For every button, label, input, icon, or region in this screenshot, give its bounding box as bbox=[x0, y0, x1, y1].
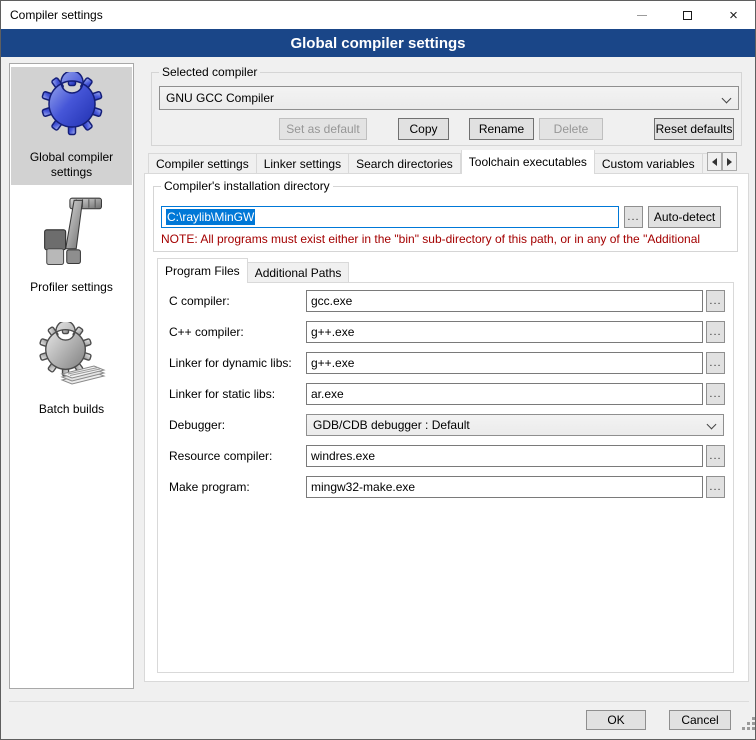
arrow-left-icon bbox=[712, 158, 717, 166]
field-label-make-program: Make program: bbox=[169, 476, 250, 498]
field-label-linker-static: Linker for static libs: bbox=[169, 383, 275, 405]
maximize-button[interactable] bbox=[665, 1, 710, 29]
resource-compiler-browse-button[interactable]: ... bbox=[706, 445, 725, 467]
linker-dynamic-input[interactable]: g++.exe bbox=[306, 352, 703, 374]
install-dir-note: NOTE: All programs must exist either in … bbox=[161, 232, 733, 246]
minimize-button[interactable] bbox=[619, 1, 664, 29]
c-compiler-input[interactable]: gcc.exe bbox=[306, 290, 703, 312]
tab-search-directories[interactable]: Search directories bbox=[349, 153, 461, 174]
linker-static-browse-button[interactable]: ... bbox=[706, 383, 725, 405]
selected-compiler-group-label: Selected compiler bbox=[159, 65, 260, 79]
resource-compiler-input[interactable]: windres.exe bbox=[306, 445, 703, 467]
subtab-program-files[interactable]: Program Files bbox=[157, 258, 248, 283]
cpp-compiler-input[interactable]: g++.exe bbox=[306, 321, 703, 343]
chevron-down-icon bbox=[707, 420, 717, 430]
set-as-default-button[interactable]: Set as default bbox=[279, 118, 367, 140]
linker-dynamic-browse-button[interactable]: ... bbox=[706, 352, 725, 374]
cpp-compiler-browse-button[interactable]: ... bbox=[706, 321, 725, 343]
tab-compiler-settings[interactable]: Compiler settings bbox=[148, 153, 257, 174]
auto-detect-button[interactable]: Auto-detect bbox=[648, 206, 721, 228]
footer-divider bbox=[9, 701, 749, 702]
sidebar-label-batch-builds[interactable]: Batch builds bbox=[13, 402, 130, 417]
debugger-select[interactable]: GDB/CDB debugger : Default bbox=[306, 414, 724, 436]
settings-tab-strip: Compiler settings Linker settings Search… bbox=[148, 150, 707, 174]
ok-button[interactable]: OK bbox=[586, 710, 646, 730]
page-title: Global compiler settings bbox=[1, 29, 755, 57]
tab-linker-settings[interactable]: Linker settings bbox=[257, 153, 349, 174]
reset-defaults-button[interactable]: Reset defaults bbox=[654, 118, 734, 140]
tab-scroll-right-button[interactable] bbox=[722, 152, 737, 171]
window-title: Compiler settings bbox=[10, 8, 103, 22]
subtab-additional-paths[interactable]: Additional Paths bbox=[248, 262, 350, 283]
field-label-debugger: Debugger: bbox=[169, 414, 225, 436]
resize-grip[interactable] bbox=[742, 727, 745, 730]
batch-builds-gear-icon[interactable] bbox=[36, 322, 108, 396]
minimize-icon bbox=[637, 15, 647, 16]
copy-button[interactable]: Copy bbox=[398, 118, 449, 140]
field-label-linker-dynamic: Linker for dynamic libs: bbox=[169, 352, 292, 374]
tab-custom-variables[interactable]: Custom variables bbox=[595, 153, 703, 174]
sidebar-label-global-compiler-settings[interactable]: Global compiler settings bbox=[13, 150, 130, 180]
c-compiler-browse-button[interactable]: ... bbox=[706, 290, 725, 312]
debugger-select-value: GDB/CDB debugger : Default bbox=[313, 418, 470, 432]
rename-button[interactable]: Rename bbox=[469, 118, 534, 140]
blue-gear-icon[interactable] bbox=[40, 72, 104, 136]
title-bar[interactable]: Compiler settings × bbox=[1, 1, 755, 29]
install-dir-browse-button[interactable]: ... bbox=[624, 206, 643, 228]
program-files-tab-strip: Program Files Additional Paths bbox=[157, 258, 349, 283]
sidebar-label-profiler-settings[interactable]: Profiler settings bbox=[13, 280, 130, 295]
field-label-resource-compiler: Resource compiler: bbox=[169, 445, 272, 467]
install-dir-input[interactable]: C:\raylib\MinGW bbox=[161, 206, 619, 228]
arrow-right-icon bbox=[727, 158, 732, 166]
settings-category-sidebar: Global compiler settings Profiler settin… bbox=[9, 63, 134, 689]
linker-static-input[interactable]: ar.exe bbox=[306, 383, 703, 405]
close-icon: × bbox=[729, 8, 738, 23]
maximize-icon bbox=[683, 11, 692, 20]
compiler-select-value: GNU GCC Compiler bbox=[166, 91, 274, 105]
make-program-input[interactable]: mingw32-make.exe bbox=[306, 476, 703, 498]
profiler-caliper-icon[interactable] bbox=[38, 194, 106, 274]
tab-scroll-left-button[interactable] bbox=[707, 152, 722, 171]
tab-toolchain-executables[interactable]: Toolchain executables bbox=[461, 150, 595, 174]
delete-button[interactable]: Delete bbox=[539, 118, 603, 140]
chevron-down-icon bbox=[722, 94, 732, 104]
compiler-select[interactable]: GNU GCC Compiler bbox=[159, 86, 739, 110]
install-dir-group-label: Compiler's installation directory bbox=[161, 179, 333, 193]
compiler-settings-dialog: Compiler settings × Global compiler sett… bbox=[0, 0, 756, 740]
install-dir-value: C:\raylib\MinGW bbox=[166, 209, 255, 225]
cancel-button[interactable]: Cancel bbox=[669, 710, 731, 730]
close-button[interactable]: × bbox=[711, 1, 756, 29]
field-label-cpp-compiler: C++ compiler: bbox=[169, 321, 244, 343]
make-program-browse-button[interactable]: ... bbox=[706, 476, 725, 498]
field-label-c-compiler: C compiler: bbox=[169, 290, 230, 312]
